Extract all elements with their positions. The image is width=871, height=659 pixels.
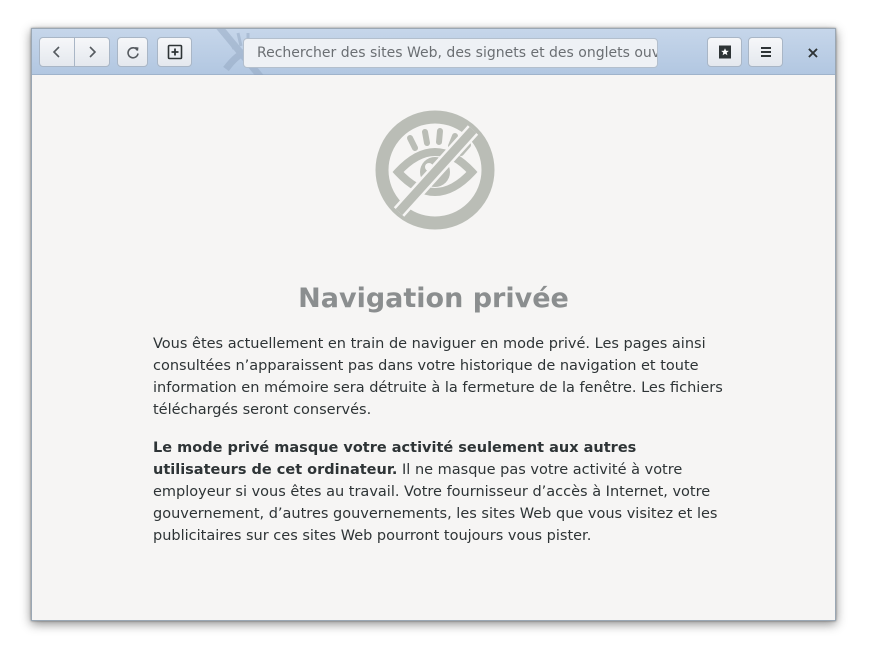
hamburger-menu-icon (760, 47, 771, 57)
private-eye-crossed-icon (375, 110, 495, 230)
reload-button[interactable] (117, 37, 148, 67)
header-bar: × (32, 29, 835, 75)
forward-button[interactable] (74, 38, 109, 66)
browser-window: × Navigation privée Vous êtes actuelleme… (31, 28, 836, 621)
new-tab-button[interactable] (157, 37, 192, 67)
bookmarks-button[interactable] (707, 37, 742, 67)
page-title: Navigation privée (298, 283, 569, 314)
back-button[interactable] (40, 38, 74, 66)
privacy-description: Vous êtes actuellement en train de navig… (153, 336, 723, 418)
chevron-right-icon (89, 46, 97, 58)
private-browsing-page: Navigation privée Vous êtes actuellement… (32, 75, 835, 620)
navigation-buttons (39, 37, 110, 67)
close-button[interactable]: × (798, 37, 828, 67)
search-input[interactable] (243, 38, 658, 68)
close-icon: × (806, 42, 820, 62)
chevron-left-icon (52, 46, 60, 58)
privacy-warning: Le mode privé masque votre activité seul… (153, 437, 723, 547)
bookmark-star-icon (718, 45, 731, 59)
menu-button[interactable] (748, 37, 783, 67)
reload-icon (126, 46, 139, 59)
new-tab-icon (167, 44, 182, 60)
